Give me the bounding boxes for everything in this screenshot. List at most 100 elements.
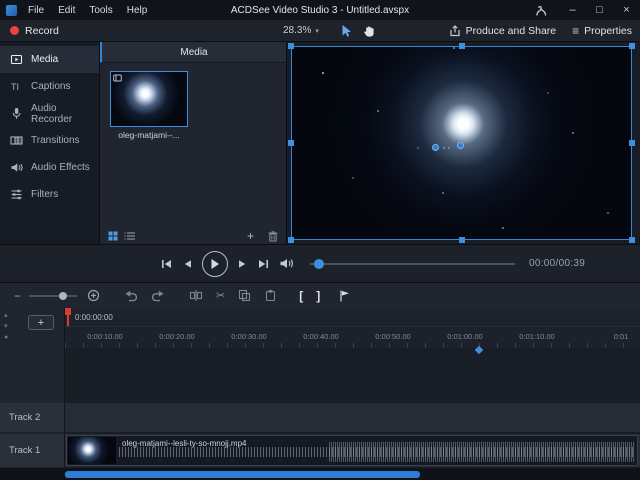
scroll-down-icon[interactable]: ▾ — [4, 323, 8, 330]
microphone-icon — [12, 108, 21, 119]
preview-canvas[interactable] — [291, 46, 632, 240]
sidebar-item-label: Filters — [31, 189, 59, 200]
paste-button[interactable] — [264, 289, 277, 302]
ruler-label: 0:01:00.00 — [447, 332, 483, 341]
ruler-label: 0:00:20.00 — [159, 332, 195, 341]
sidebar-item-label: Captions — [31, 81, 71, 92]
maximize-button[interactable]: □ — [586, 0, 613, 20]
svg-text:TI: TI — [11, 82, 19, 92]
timeline-zoom-slider[interactable] — [29, 291, 78, 301]
menu-tools[interactable]: Tools — [82, 0, 119, 20]
share-icon — [450, 24, 460, 36]
playhead-handle[interactable] — [65, 308, 71, 315]
timeline-clip[interactable]: oleg-matjami--lesli-ty-so-mnojj.mp4 — [66, 435, 638, 466]
select-tool-button[interactable] — [340, 24, 352, 38]
pan-tool-button[interactable] — [362, 24, 375, 38]
selection-handle-bottom-left[interactable] — [288, 237, 294, 243]
split-clip-button[interactable] — [189, 289, 203, 302]
record-button[interactable]: Record — [10, 20, 59, 41]
selection-handle-bottom-right[interactable] — [629, 237, 635, 243]
step-forward-button[interactable] — [237, 258, 248, 270]
media-item-label: oleg-matjami--... — [118, 130, 180, 140]
video-badge-icon — [113, 74, 122, 82]
add-track-button[interactable]: + — [28, 315, 54, 330]
delete-media-button[interactable] — [268, 230, 278, 242]
filters-icon — [11, 189, 22, 200]
sidebar-item-captions[interactable]: TI Captions — [0, 73, 99, 100]
media-item-thumbnail — [110, 71, 188, 127]
menu-edit[interactable]: Edit — [51, 0, 82, 20]
redo-button[interactable] — [151, 289, 165, 302]
media-panel: Media oleg-matjami--... + — [100, 42, 287, 244]
skip-start-button[interactable] — [160, 258, 173, 270]
clip-thumbnail — [68, 437, 116, 464]
track-1-lane[interactable]: oleg-matjami--lesli-ty-so-mnojj.mp4 — [65, 434, 640, 467]
media-panel-footer: + — [100, 228, 286, 244]
clip-filename: oleg-matjami--lesli-ty-so-mnojj.mp4 — [122, 439, 247, 448]
playhead-position-label: 0:00:00:00 — [75, 313, 113, 322]
sidebar-item-audio-effects[interactable]: Audio Effects — [0, 154, 99, 181]
horizontal-scrollbar[interactable] — [0, 468, 640, 480]
zoom-in-button[interactable] — [87, 289, 100, 302]
add-media-button[interactable]: + — [247, 230, 254, 242]
transitions-icon — [10, 136, 23, 145]
snap-icon[interactable]: ● — [4, 334, 8, 341]
properties-button[interactable]: ≡ Properties — [572, 25, 632, 37]
close-button[interactable]: × — [613, 0, 640, 20]
add-marker-button[interactable] — [338, 289, 351, 303]
list-view-button[interactable] — [124, 231, 135, 241]
track-2-header[interactable]: Track 2 — [0, 403, 65, 432]
timeline-gutter-icons[interactable]: ▴ ▾ ● — [4, 312, 8, 341]
timecode: 00:00/00:39 — [529, 258, 586, 269]
sidebar-item-label: Media — [31, 54, 59, 65]
captions-icon: TI — [11, 82, 19, 92]
zoom-level-value: 28.3% — [283, 25, 312, 36]
selection-handle-top-left[interactable] — [288, 43, 294, 49]
produce-and-share-button[interactable]: Produce and Share — [449, 25, 556, 37]
transform-handle-right[interactable] — [457, 142, 464, 149]
menu-help[interactable]: Help — [120, 0, 155, 20]
cut-button[interactable]: ✂ — [216, 289, 225, 302]
skip-end-button[interactable] — [257, 258, 270, 270]
selection-handle-mid-right[interactable] — [629, 140, 635, 146]
app-icon — [6, 4, 17, 16]
seek-knob[interactable] — [314, 258, 324, 269]
mark-out-button[interactable]: ] — [316, 289, 320, 303]
chevron-down-icon: ▾ — [315, 27, 319, 35]
sidebar-item-audio-recorder[interactable]: Audio Recorder — [0, 100, 99, 127]
seek-slider[interactable] — [310, 257, 515, 271]
minimize-button[interactable]: – — [559, 0, 586, 20]
grid-view-button[interactable] — [108, 231, 118, 241]
selection-handle-top-mid[interactable] — [459, 43, 465, 49]
mark-in-button[interactable]: [ — [299, 289, 303, 303]
sidebar-item-transitions[interactable]: Transitions — [0, 127, 99, 154]
selection-handle-top-right[interactable] — [629, 43, 635, 49]
sidebar-item-filters[interactable]: Filters — [0, 181, 99, 208]
sidebar-item-label: Transitions — [31, 135, 80, 146]
media-item[interactable]: oleg-matjami--... — [110, 71, 188, 140]
undo-button[interactable] — [124, 289, 138, 302]
zoom-level-dropdown[interactable]: 28.3% ▾ — [283, 20, 319, 41]
scroll-up-icon[interactable]: ▴ — [4, 312, 8, 319]
timeline-zoom-knob[interactable] — [59, 291, 68, 300]
track-2-lane[interactable] — [65, 403, 640, 432]
play-button[interactable] — [202, 250, 228, 277]
zoom-out-button[interactable]: − — [14, 289, 21, 303]
selection-handle-bottom-mid[interactable] — [459, 237, 465, 243]
transform-handle-left[interactable] — [432, 144, 439, 151]
sidebar-item-media[interactable]: Media — [0, 46, 99, 73]
track-1-header[interactable]: Track 1 — [0, 434, 65, 467]
volume-button[interactable] — [279, 257, 294, 270]
window-title: ACDSee Video Studio 3 - Untitled.avspx — [230, 4, 410, 16]
ruler-label: 0:00:10.00 — [87, 332, 123, 341]
step-back-button[interactable] — [182, 258, 193, 270]
starfield — [322, 72, 324, 74]
timeline-ruler[interactable]: 0:00:00:00 0:00:10.00 0:00:20.00 0:00:30… — [65, 308, 640, 355]
media-panel-header: Media — [100, 42, 286, 63]
sidebar-item-label: Audio Effects — [31, 162, 90, 173]
menu-file[interactable]: File — [21, 0, 51, 20]
selection-handle-mid-left[interactable] — [288, 140, 294, 146]
copy-button[interactable] — [238, 289, 251, 302]
toolbar: Record 28.3% ▾ Produce and Share ≡ Prope… — [0, 20, 640, 42]
scrollbar-thumb[interactable] — [65, 470, 420, 478]
